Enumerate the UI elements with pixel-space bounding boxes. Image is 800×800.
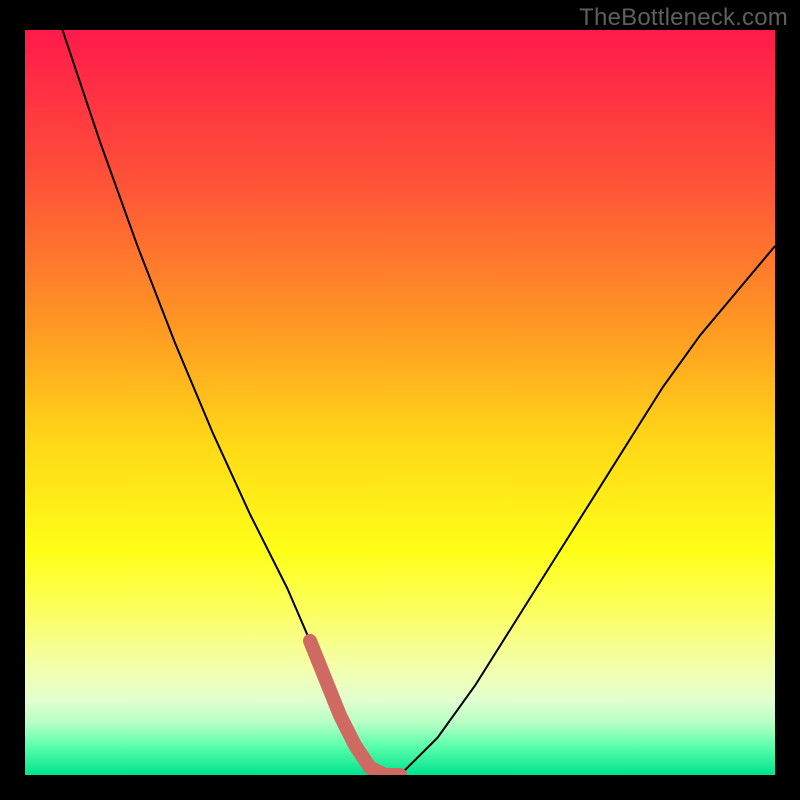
chart-frame: TheBottleneck.com	[0, 0, 800, 800]
chart-svg	[25, 30, 775, 775]
watermark-text: TheBottleneck.com	[579, 4, 788, 32]
plot-area	[25, 30, 775, 775]
gradient-background	[25, 30, 775, 775]
